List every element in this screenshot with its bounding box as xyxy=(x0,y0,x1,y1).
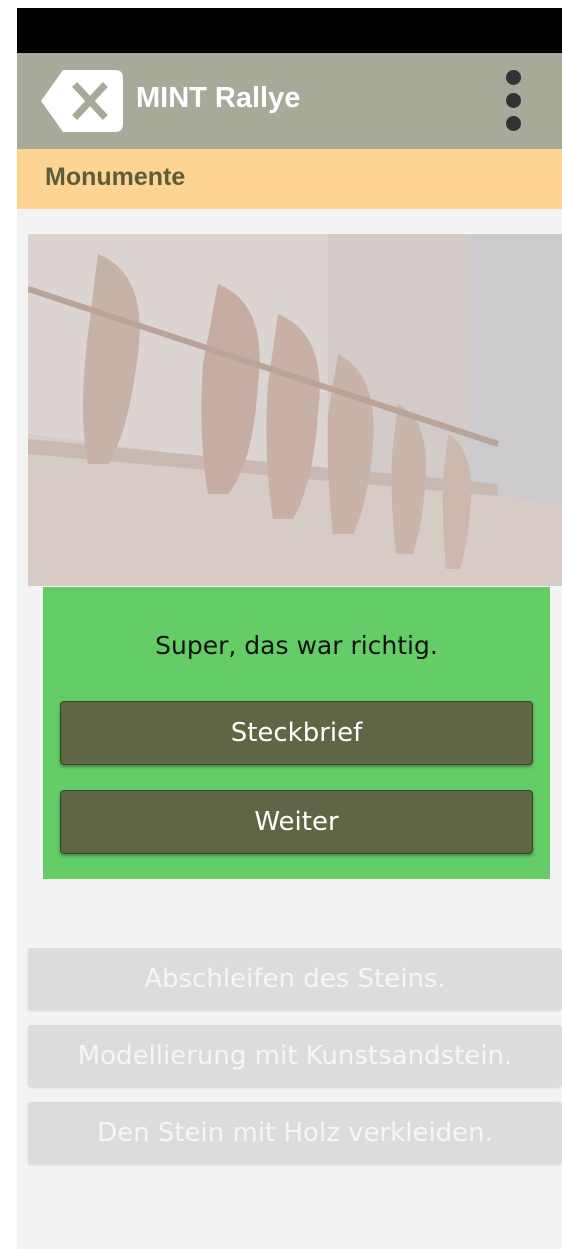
status-bar xyxy=(17,8,562,53)
answer-option[interactable]: Den Stein mit Holz verkleiden. xyxy=(28,1102,562,1164)
steckbrief-button[interactable]: Steckbrief xyxy=(60,701,533,765)
close-button[interactable] xyxy=(41,70,123,132)
section-title: Monumente xyxy=(45,163,186,191)
app-bar: MINT Rallye xyxy=(17,53,562,149)
section-header: Monumente xyxy=(17,149,562,209)
monument-photo xyxy=(28,234,562,586)
more-vertical-icon[interactable] xyxy=(499,65,529,137)
weiter-button[interactable]: Weiter xyxy=(60,790,533,854)
answer-option[interactable]: Abschleifen des Steins. xyxy=(28,948,562,1010)
close-icon xyxy=(41,70,123,132)
app-title: MINT Rallye xyxy=(136,82,301,114)
feedback-panel: Super, das war richtig. Steckbrief Weite… xyxy=(43,587,550,879)
feedback-message: Super, das war richtig. xyxy=(155,631,438,660)
answer-option[interactable]: Modellierung mit Kunstsandstein. xyxy=(28,1025,562,1087)
